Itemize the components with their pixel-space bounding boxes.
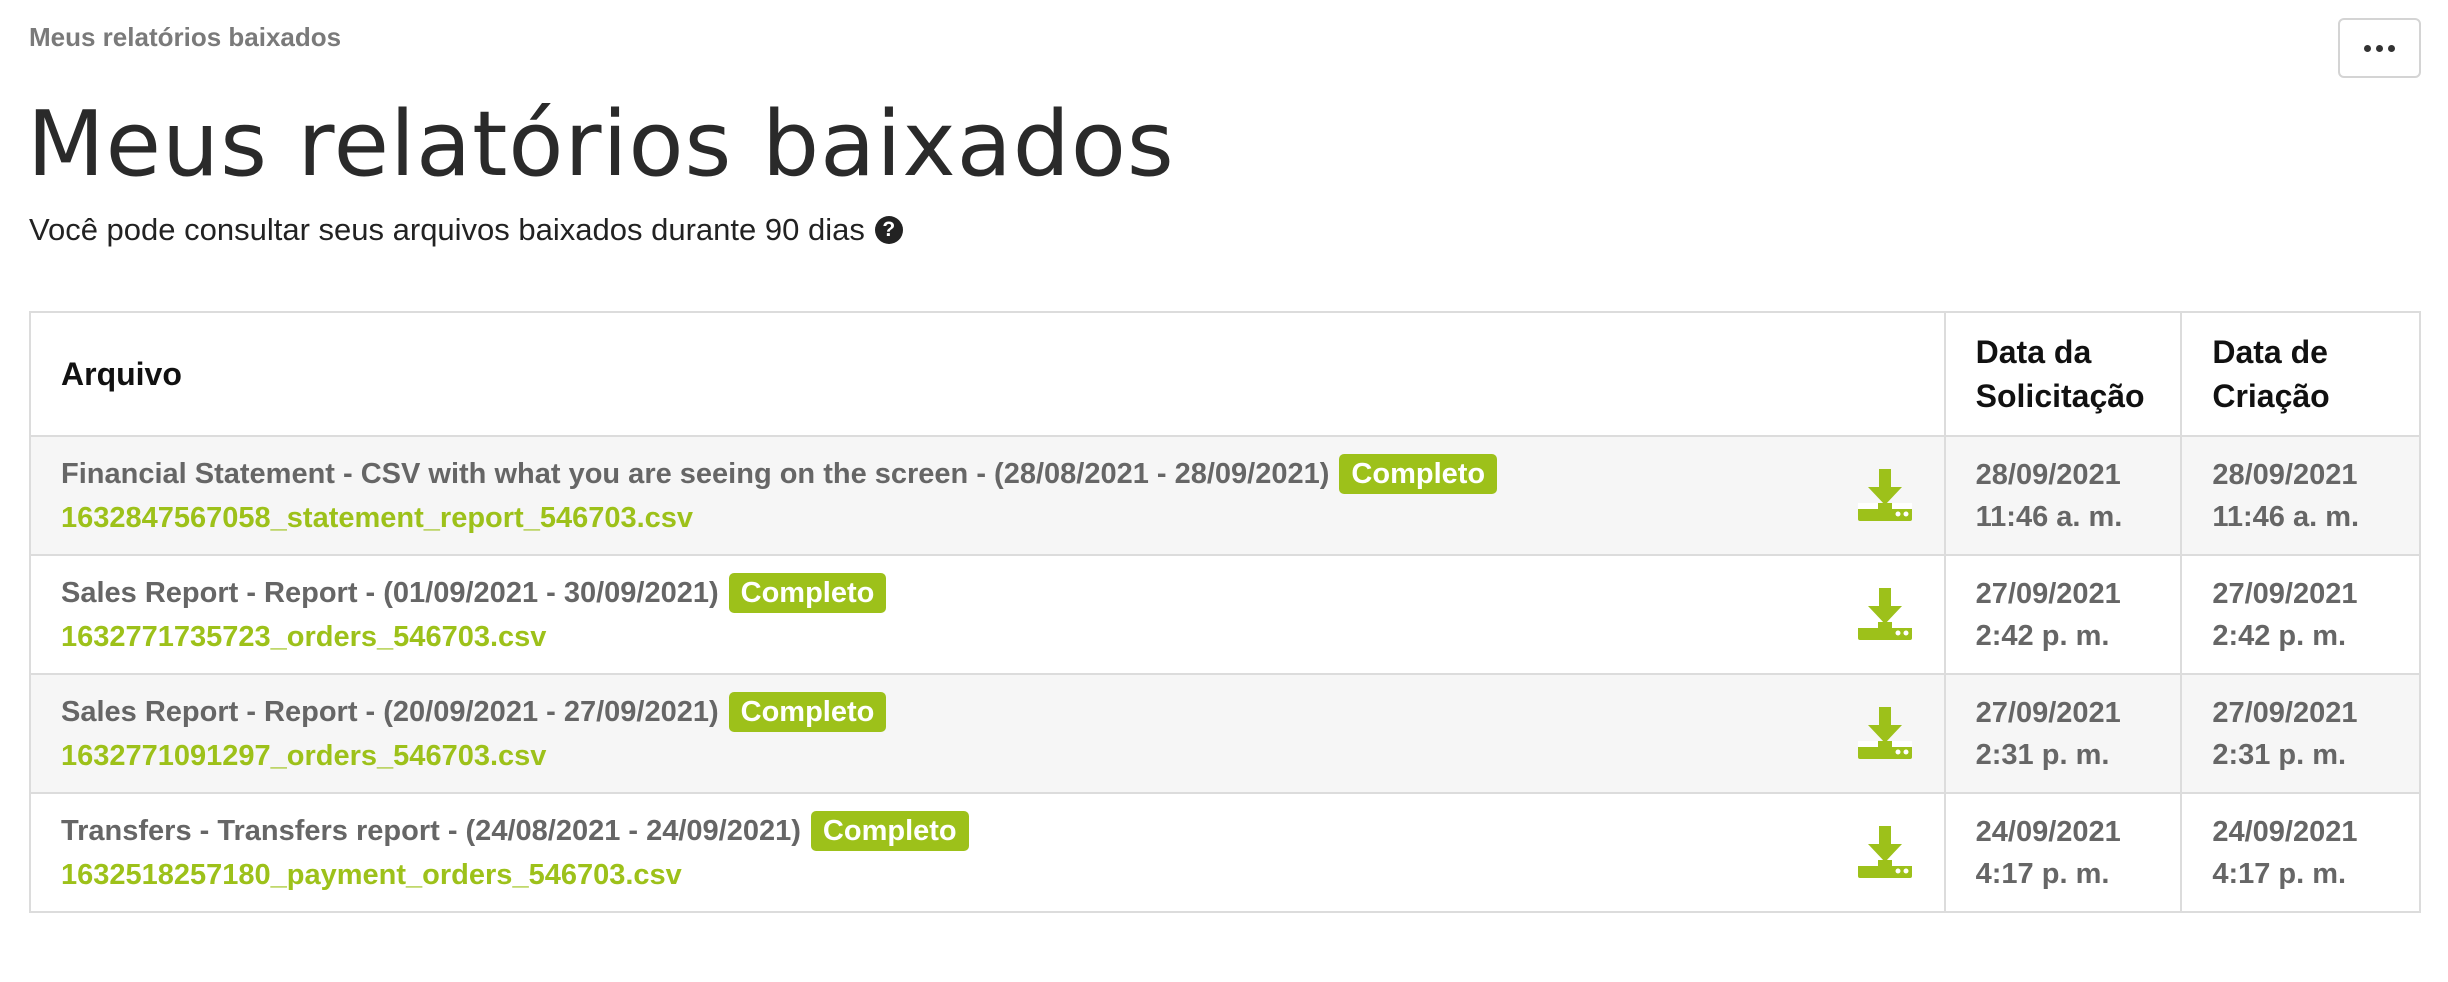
request-date: 24/09/2021 (1975, 815, 2121, 848)
download-icon[interactable] (1856, 467, 1914, 525)
request-date-cell: 27/09/2021 2:42 p. m. (1946, 556, 2183, 673)
file-cell: Transfers - Transfers report - (24/08/20… (31, 794, 1946, 911)
header-request-date: Data da Solicitação (1946, 313, 2183, 435)
created-time: 4:17 p. m. (2212, 857, 2347, 890)
created-time: 2:31 p. m. (2212, 738, 2347, 771)
table-header: Arquivo Data da Solicitação Data de Cria… (31, 313, 2419, 435)
report-title: Sales Report - Report - (01/09/2021 - 30… (61, 576, 719, 609)
download-icon[interactable] (1856, 705, 1914, 763)
file-title: Sales Report - Report - (20/09/2021 - 27… (61, 691, 1856, 732)
page-title: Meus relatórios baixados (27, 92, 1175, 197)
header-file: Arquivo (31, 313, 1946, 435)
status-badge: Completo (728, 691, 887, 732)
request-date: 27/09/2021 (1975, 696, 2121, 729)
request-date-cell: 24/09/2021 4:17 p. m. (1946, 794, 2183, 911)
request-date-cell: 28/09/2021 11:46 a. m. (1946, 437, 2183, 554)
file-title: Transfers - Transfers report - (24/08/20… (61, 810, 1856, 851)
file-info: Financial Statement - CSV with what you … (61, 453, 1856, 538)
request-date: 27/09/2021 (1975, 577, 2121, 610)
report-title: Transfers - Transfers report - (24/08/20… (61, 814, 801, 847)
status-badge: Completo (1339, 453, 1498, 494)
file-cell: Sales Report - Report - (01/09/2021 - 30… (31, 556, 1946, 673)
created-date: 28/09/2021 (2212, 458, 2358, 491)
report-title: Financial Statement - CSV with what you … (61, 457, 1330, 490)
request-date-cell: 27/09/2021 2:31 p. m. (1946, 675, 2183, 792)
page-subtitle: Você pode consultar seus arquivos baixad… (29, 212, 903, 248)
file-info: Sales Report - Report - (20/09/2021 - 27… (61, 691, 1856, 776)
header-created-date-line1: Data de (2212, 334, 2328, 370)
created-date-cell: 28/09/2021 11:46 a. m. (2182, 437, 2419, 554)
table-row: Sales Report - Report - (01/09/2021 - 30… (31, 554, 2419, 673)
download-icon[interactable] (1856, 824, 1914, 882)
file-title: Financial Statement - CSV with what you … (61, 453, 1856, 494)
file-cell: Sales Report - Report - (20/09/2021 - 27… (31, 675, 1946, 792)
header-created-date: Data de Criação (2182, 313, 2419, 435)
created-date: 27/09/2021 (2212, 696, 2358, 729)
created-date: 27/09/2021 (2212, 577, 2358, 610)
created-date-cell: 24/09/2021 4:17 p. m. (2182, 794, 2419, 911)
table-row: Financial Statement - CSV with what you … (31, 435, 2419, 554)
request-time: 4:17 p. m. (1975, 857, 2110, 890)
reports-table: Arquivo Data da Solicitação Data de Cria… (29, 311, 2421, 913)
request-time: 2:31 p. m. (1975, 738, 2110, 771)
created-time: 11:46 a. m. (2212, 500, 2360, 533)
status-badge: Completo (810, 810, 969, 851)
download-icon[interactable] (1856, 586, 1914, 644)
created-date: 24/09/2021 (2212, 815, 2358, 848)
file-cell: Financial Statement - CSV with what you … (31, 437, 1946, 554)
table-row: Sales Report - Report - (20/09/2021 - 27… (31, 673, 2419, 792)
created-time: 2:42 p. m. (2212, 619, 2347, 652)
subtitle-text: Você pode consultar seus arquivos baixad… (29, 212, 865, 247)
created-date-cell: 27/09/2021 2:42 p. m. (2182, 556, 2419, 673)
file-link[interactable]: 1632771735723_orders_546703.csv (61, 617, 1856, 657)
header-created-date-line2: Criação (2212, 378, 2330, 414)
file-info: Sales Report - Report - (01/09/2021 - 30… (61, 572, 1856, 657)
file-link[interactable]: 1632518257180_payment_orders_546703.csv (61, 855, 1856, 895)
table-row: Transfers - Transfers report - (24/08/20… (31, 792, 2419, 911)
question-circle-icon[interactable]: ? (874, 216, 903, 244)
header-request-date-line1: Data da (1975, 334, 2092, 370)
file-title: Sales Report - Report - (01/09/2021 - 30… (61, 572, 1856, 613)
status-badge: Completo (728, 572, 887, 613)
breadcrumb: Meus relatórios baixados (29, 22, 342, 52)
file-link[interactable]: 1632771091297_orders_546703.csv (61, 736, 1856, 776)
more-horizontal-icon (2364, 44, 2395, 52)
file-info: Transfers - Transfers report - (24/08/20… (61, 810, 1856, 895)
report-title: Sales Report - Report - (20/09/2021 - 27… (61, 695, 719, 728)
header-request-date-line2: Solicitação (1975, 378, 2145, 414)
created-date-cell: 27/09/2021 2:31 p. m. (2182, 675, 2419, 792)
request-time: 11:46 a. m. (1975, 500, 2123, 533)
request-date: 28/09/2021 (1975, 458, 2121, 491)
request-time: 2:42 p. m. (1975, 619, 2110, 652)
file-link[interactable]: 1632847567058_statement_report_546703.cs… (61, 498, 1856, 538)
more-options-button[interactable] (2338, 18, 2421, 78)
